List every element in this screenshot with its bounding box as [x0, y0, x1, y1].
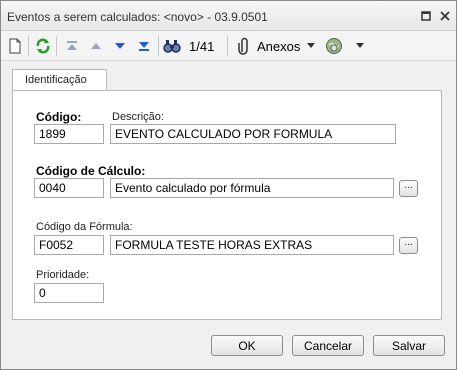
- cancel-button[interactable]: Cancelar: [292, 335, 364, 356]
- codigo-calculo-field[interactable]: 0040: [34, 178, 104, 198]
- restore-icon[interactable]: [420, 10, 432, 22]
- tab-identificacao[interactable]: Identificação: [12, 69, 107, 91]
- codigo-formula-description: FORMULA TESTE HORAS EXTRAS: [110, 235, 394, 255]
- codigo-calculo-label: Código de Cálculo:: [36, 164, 146, 178]
- save-button[interactable]: Salvar: [373, 335, 445, 356]
- codigo-formula-label: Código da Fórmula:: [36, 221, 133, 233]
- dialog-window: Eventos a serem calculados: <novo> - 03.…: [0, 0, 457, 370]
- new-document-icon[interactable]: [6, 37, 24, 55]
- next-record-icon[interactable]: [111, 37, 129, 55]
- codigo-calculo-lookup-button[interactable]: ...: [399, 180, 418, 197]
- first-record-icon[interactable]: [63, 37, 81, 55]
- last-record-icon[interactable]: [135, 37, 153, 55]
- codigo-formula-field[interactable]: F0052: [34, 235, 104, 255]
- close-icon[interactable]: [439, 10, 451, 22]
- record-position: 1/41: [189, 39, 215, 54]
- search-icon[interactable]: [163, 37, 181, 55]
- attachments-dropdown-icon[interactable]: [307, 43, 315, 48]
- globe-dropdown-icon[interactable]: [356, 43, 364, 48]
- title-bar: Eventos a serem calculados: <novo> - 03.…: [1, 1, 456, 31]
- codigo-field[interactable]: 1899: [34, 124, 104, 144]
- codigo-calculo-description: Evento calculado por fórmula: [110, 178, 394, 198]
- prioridade-label: Prioridade:: [36, 269, 90, 281]
- previous-record-icon[interactable]: [87, 37, 105, 55]
- codigo-formula-lookup-button[interactable]: ...: [399, 237, 418, 254]
- ok-button[interactable]: OK: [211, 335, 283, 356]
- refresh-icon[interactable]: [34, 37, 52, 55]
- window-title: Eventos a serem calculados: <novo> - 03.…: [7, 10, 268, 24]
- globe-icon[interactable]: [325, 37, 343, 55]
- toolbar: 1/41 Anexos: [1, 31, 456, 61]
- attachments-button[interactable]: Anexos: [257, 39, 300, 54]
- descricao-field[interactable]: EVENTO CALCULADO POR FORMULA: [110, 124, 396, 144]
- codigo-label: Código:: [36, 110, 82, 124]
- tab-identificacao-label: Identificação: [25, 74, 87, 86]
- prioridade-field[interactable]: 0: [34, 283, 104, 303]
- descricao-label: Descrição:: [112, 111, 164, 123]
- paperclip-icon[interactable]: [235, 37, 253, 55]
